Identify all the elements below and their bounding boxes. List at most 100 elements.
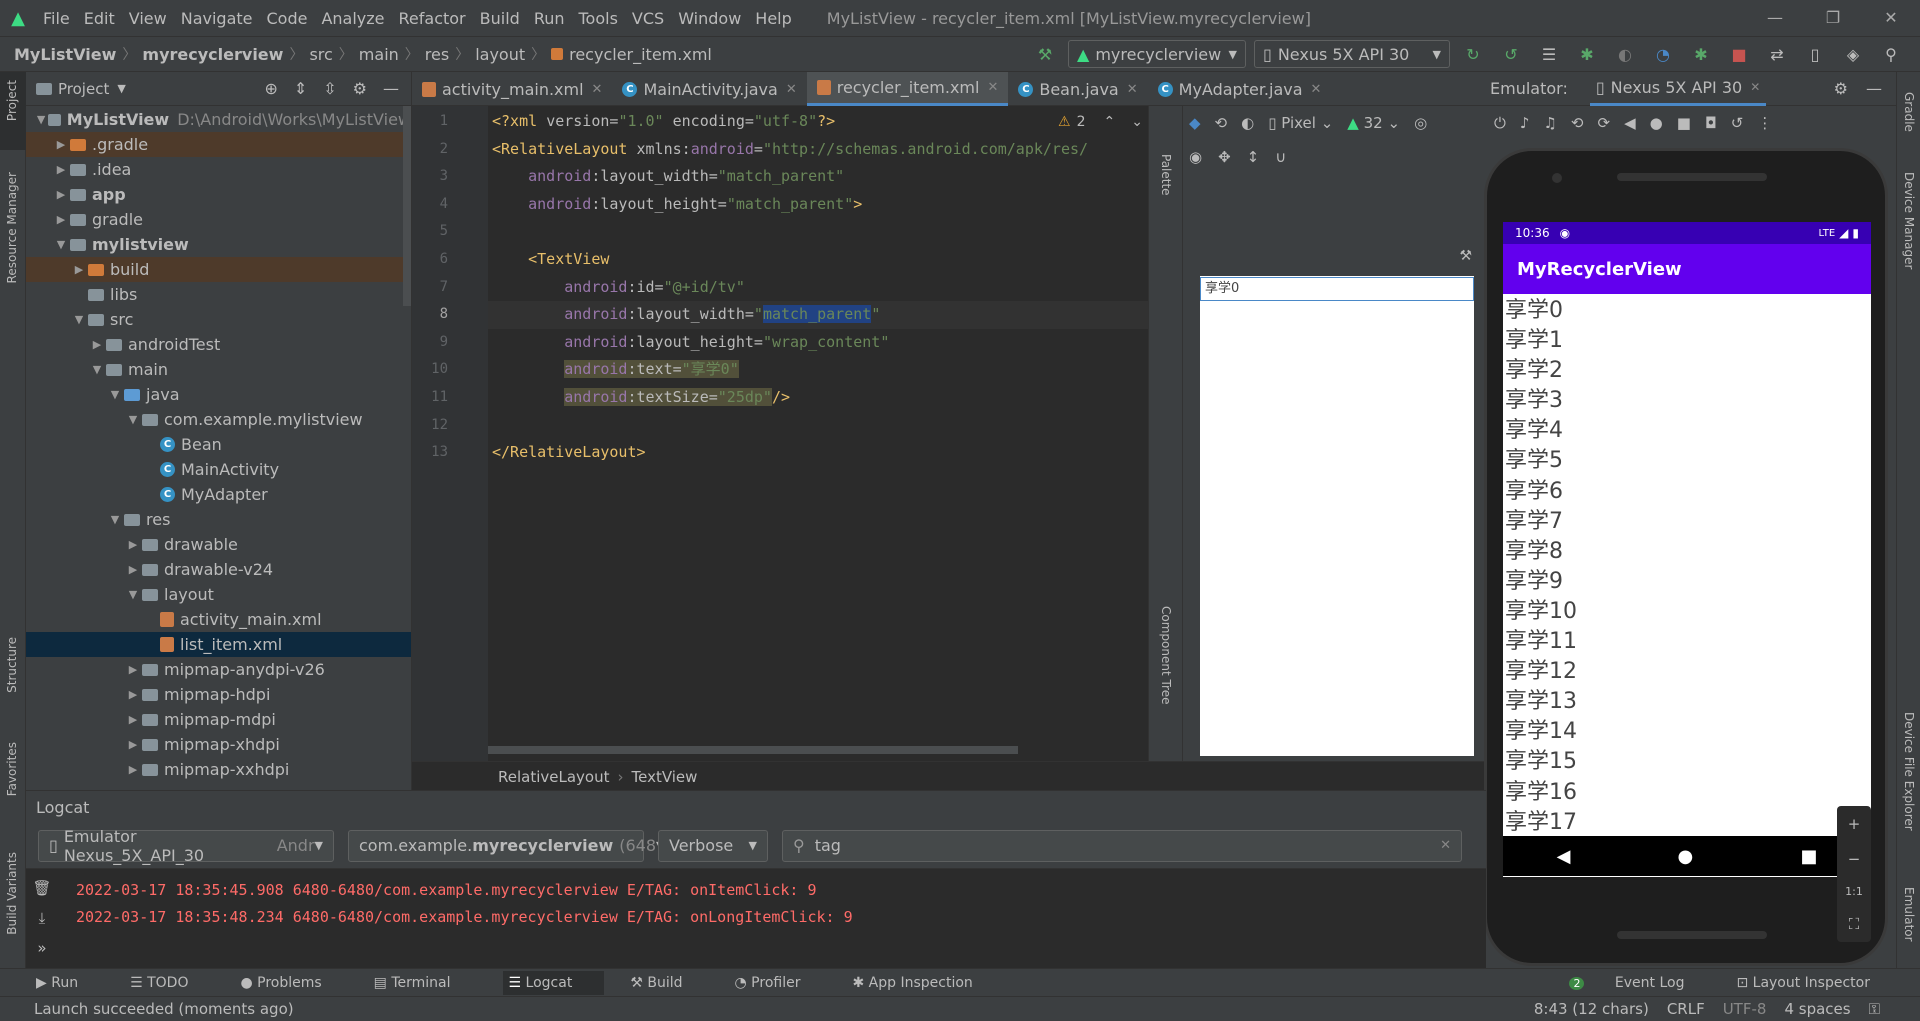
more-icon[interactable]: » — [37, 939, 46, 957]
chevron-down-icon[interactable]: ▼ — [88, 363, 106, 376]
crumb-file[interactable]: recycler_item.xml — [569, 45, 712, 64]
pan-icon[interactable]: ✥ — [1218, 148, 1231, 166]
collapse-all-icon[interactable]: ⇳ — [323, 79, 336, 98]
apply-code-changes-icon[interactable]: ↺ — [1496, 45, 1526, 64]
tree-item[interactable]: ▶ .gradle — [26, 132, 411, 157]
project-tool-button[interactable]: Project — [5, 80, 19, 121]
tree-item[interactable]: C MyAdapter — [26, 482, 411, 507]
logcat-device-select[interactable]: ▯ Emulator Nexus_5X_API_30 Andr ▼ — [38, 827, 334, 865]
menu-help[interactable]: Help — [748, 9, 798, 28]
sdk-manager-icon[interactable]: ◈ — [1838, 45, 1868, 64]
menu-view[interactable]: View — [122, 9, 174, 28]
search-icon[interactable]: ⚲ — [1876, 45, 1906, 64]
tree-item[interactable]: ▶ mipmap-xhdpi — [26, 732, 411, 757]
crumb-project[interactable]: MyListView — [14, 45, 116, 64]
attach-debugger-icon[interactable]: ◔ — [1648, 45, 1678, 64]
tree-item[interactable]: ▼ src — [26, 307, 411, 332]
list-item[interactable]: 享学14 — [1503, 717, 1871, 747]
structure-tool-button[interactable]: Structure — [5, 637, 19, 693]
chevron-right-icon[interactable]: ▶ — [124, 538, 142, 551]
close-icon[interactable]: ✕ — [1311, 82, 1322, 97]
menu-analyze[interactable]: Analyze — [314, 9, 391, 28]
gradle-tool-button[interactable]: Gradle — [1902, 92, 1916, 132]
gear-icon[interactable]: ⚙ — [1914, 45, 1920, 64]
menu-vcs[interactable]: VCS — [625, 9, 671, 28]
chevron-right-icon[interactable]: ▶ — [124, 688, 142, 701]
chevron-right-icon[interactable]: ▶ — [124, 713, 142, 726]
tree-item[interactable]: list_item.xml — [26, 632, 411, 657]
menu-build[interactable]: Build — [473, 9, 527, 28]
menu-file[interactable]: File — [36, 9, 77, 28]
chevron-right-icon[interactable]: ▶ — [52, 213, 70, 226]
list-item[interactable]: 享学12 — [1503, 657, 1871, 687]
menu-code[interactable]: Code — [260, 9, 315, 28]
tree-item[interactable]: ▶ .idea — [26, 157, 411, 182]
scroll-to-end-icon[interactable]: ⤓ — [39, 909, 46, 927]
list-item[interactable]: 享学6 — [1503, 477, 1871, 507]
tree-item[interactable]: ▶ build — [26, 257, 411, 282]
zoom-in-icon[interactable]: + — [1848, 815, 1861, 833]
device-select[interactable]: ▯ Pixel ⌄ — [1268, 114, 1333, 132]
zoom-fit-icon[interactable]: ⛶ — [1849, 915, 1860, 933]
chevron-up-icon[interactable]: ⌃ — [1103, 114, 1115, 130]
build-hammer-icon[interactable]: ⚒ — [1030, 45, 1060, 64]
component-tree-tool-button[interactable]: Component Tree — [1159, 606, 1173, 704]
crumb-main[interactable]: main — [359, 45, 399, 64]
tree-item[interactable]: ▶ mipmap-xxhdpi — [26, 757, 411, 782]
tree-item[interactable]: ▼ java — [26, 382, 411, 407]
list-item[interactable]: 享学1 — [1503, 326, 1871, 356]
chevron-down-icon[interactable]: ⌄ — [1131, 114, 1143, 130]
problems-tool-button[interactable]: ● Problems — [240, 975, 347, 991]
profile-icon[interactable]: ◐ — [1610, 45, 1640, 64]
line-separator[interactable]: CRLF — [1667, 1000, 1705, 1018]
app-inspection-tool-button[interactable]: ✱ App Inspection — [852, 975, 998, 991]
list-item[interactable]: 享学4 — [1503, 416, 1871, 446]
close-icon[interactable]: ✕ — [1862, 0, 1920, 36]
tree-item[interactable]: C Bean — [26, 432, 411, 457]
crumb-src[interactable]: src — [309, 45, 332, 64]
gear-icon[interactable]: ⚙ — [1834, 79, 1848, 98]
recycler-list[interactable]: 享学0 享学1 享学2 享学3 享学4 享学5 享学6 享学7 享学8 享学9 享学10 享学11 享学… — [1503, 294, 1871, 838]
tree-item[interactable]: activity_main.xml — [26, 607, 411, 632]
resource-manager-tool-button[interactable]: Resource Manager — [5, 172, 19, 283]
list-item[interactable]: 享学7 — [1503, 507, 1871, 537]
rotate-right-icon[interactable]: ⟳ — [1597, 114, 1610, 132]
device-select[interactable]: ▯ Nexus 5X API 30 ▼ — [1254, 40, 1450, 68]
run-tool-button[interactable]: ▶ Run — [36, 975, 104, 991]
chevron-right-icon[interactable]: ▶ — [124, 763, 142, 776]
magnet-icon[interactable]: ∪ — [1275, 148, 1286, 166]
crumb-res[interactable]: res — [425, 45, 449, 64]
inspection-widget[interactable]: ⚠ 2 ⌃ ⌄ — [1058, 114, 1143, 130]
preview-textview[interactable]: 享学0 — [1200, 277, 1474, 301]
nav-back-icon[interactable]: ◀ — [1557, 846, 1571, 867]
api-select[interactable]: ▲ 32 ⌄ — [1347, 114, 1400, 132]
close-icon[interactable]: ✕ — [786, 82, 797, 97]
tree-item[interactable]: ▶ mipmap-mdpi — [26, 707, 411, 732]
phone-screen[interactable]: 10:36 ◉ LTE ◢ ▮ MyRecyclerView 享学0 享学1 享学2… — [1503, 222, 1871, 877]
tree-item[interactable]: ▶ mipmap-anydpi-v26 — [26, 657, 411, 682]
hide-icon[interactable]: — — [383, 79, 399, 98]
tree-item[interactable]: ▼ MyListView D:\Android\Works\MyListView — [26, 107, 411, 132]
device-manager-icon[interactable]: ▯ — [1800, 45, 1830, 64]
device-file-explorer-tool-button[interactable]: Device File Explorer — [1902, 712, 1916, 831]
chevron-right-icon[interactable]: ▶ — [124, 563, 142, 576]
chevron-right-icon[interactable]: ▶ — [124, 738, 142, 751]
tree-item[interactable]: ▶ drawable-v24 — [26, 557, 411, 582]
chevron-down-icon[interactable]: ▼ — [106, 513, 124, 526]
hide-icon[interactable]: — — [1866, 79, 1882, 98]
build-variants-tool-button[interactable]: Build Variants — [5, 852, 19, 935]
rotate-left-icon[interactable]: ⟲ — [1571, 114, 1584, 132]
list-item[interactable]: 享学9 — [1503, 567, 1871, 597]
trash-icon[interactable]: 🗑 — [32, 879, 51, 897]
tree-item[interactable]: libs — [26, 282, 411, 307]
close-icon[interactable]: ✕ — [1127, 82, 1138, 97]
tree-item[interactable]: ▼ main — [26, 357, 411, 382]
list-item[interactable]: 享学13 — [1503, 687, 1871, 717]
vertical-arrows-icon[interactable]: ↕ — [1247, 148, 1260, 166]
gear-icon[interactable]: ⚙ — [353, 79, 367, 98]
tree-item[interactable]: ▼ res — [26, 507, 411, 532]
close-icon[interactable]: ✕ — [987, 80, 998, 95]
profiler-tool-button[interactable]: ◔ Profiler — [735, 975, 827, 991]
menu-tools[interactable]: Tools — [572, 9, 625, 28]
file-encoding[interactable]: UTF-8 — [1723, 1000, 1767, 1018]
